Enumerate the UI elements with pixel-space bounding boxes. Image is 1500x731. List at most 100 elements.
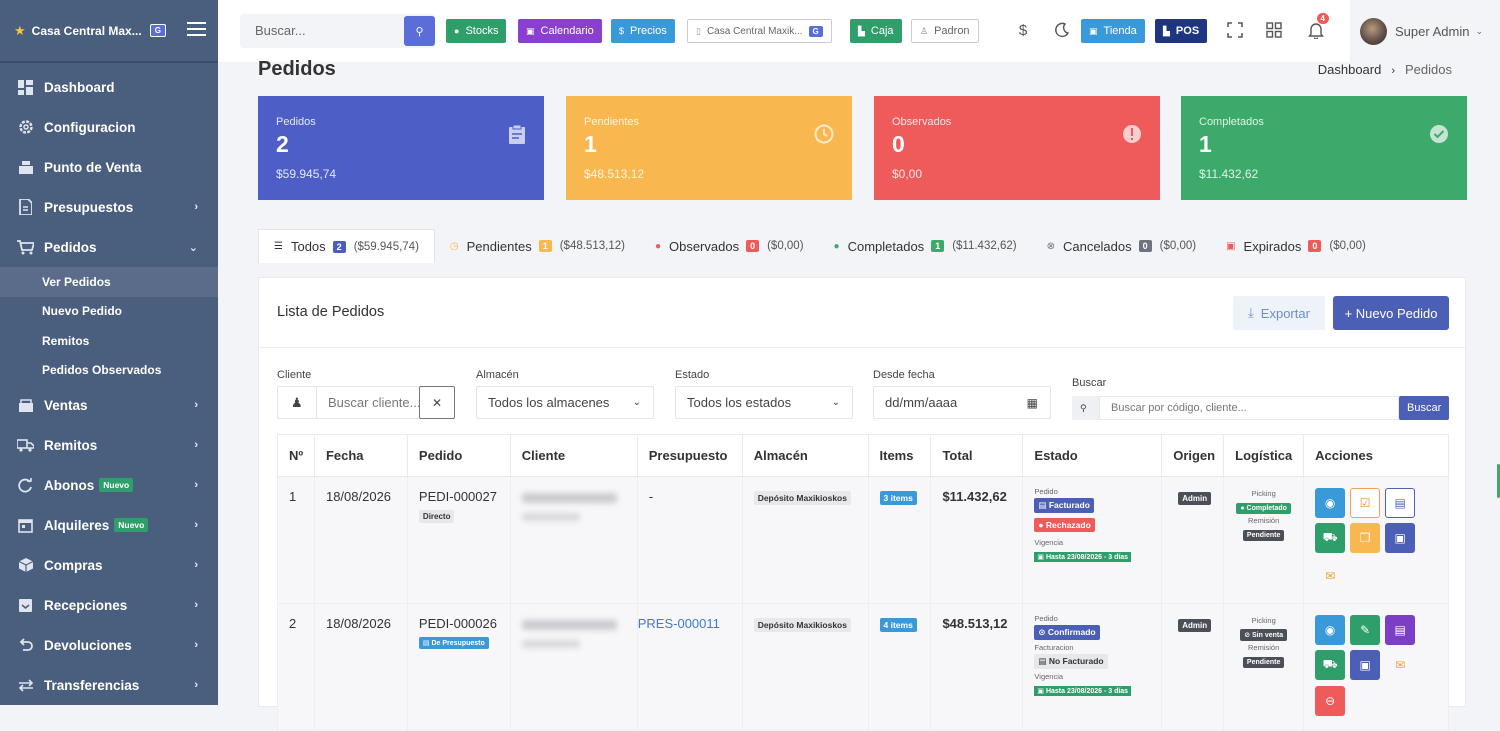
items-badge[interactable]: 3 items: [879, 491, 917, 505]
email-button[interactable]: ✉: [1315, 561, 1345, 591]
chevron-right-icon: ›: [194, 599, 198, 611]
tab-amount: ($48.513,12): [559, 240, 625, 252]
col-header[interactable]: Estado: [1022, 434, 1163, 477]
col-header[interactable]: Presupuesto: [636, 434, 743, 477]
tab-cancelados[interactable]: ⊗ Cancelados 0 ($0,00): [1032, 229, 1212, 263]
approve-button[interactable]: ☑: [1350, 488, 1381, 518]
sidebar-subitem-pedidos-observados[interactable]: Pedidos Observados: [0, 356, 218, 386]
calendario-button[interactable]: ▣ Calendario: [518, 19, 602, 43]
almacen-select[interactable]: Todos los almacenes ⌄: [476, 386, 654, 419]
tab-observados[interactable]: ● Observados 0 ($0,00): [640, 229, 819, 263]
col-header[interactable]: Items: [867, 434, 932, 477]
col-header[interactable]: Origen: [1161, 434, 1225, 477]
box-icon: [17, 557, 34, 573]
sidebar-item-alquileres[interactable]: Alquileres Nuevo ›: [0, 505, 218, 545]
shipping-button[interactable]: ⛟: [1315, 523, 1346, 553]
invoice-button[interactable]: ▣: [1350, 650, 1381, 680]
moon-icon[interactable]: [1052, 20, 1072, 40]
pedido-code[interactable]: PEDI-000027: [419, 489, 510, 504]
sidebar-subitem-ver-pedidos[interactable]: Ver Pedidos: [0, 267, 218, 297]
duplicate-button[interactable]: ❐: [1350, 523, 1381, 553]
col-header[interactable]: Total: [930, 434, 1024, 477]
dashboard-icon: [17, 79, 34, 95]
pos-button[interactable]: ▙ POS: [1155, 19, 1208, 43]
table-row[interactable]: 1 18/08/2026 PEDI-000027 Directo - Depós…: [277, 476, 1449, 604]
col-header[interactable]: Logística: [1223, 434, 1305, 477]
col-header[interactable]: Acciones: [1303, 434, 1449, 477]
cancel-order-button[interactable]: ⊖: [1315, 686, 1346, 716]
branch-badge: G: [808, 25, 823, 37]
caja-button[interactable]: ▙ Caja: [850, 19, 902, 43]
facturacion-label: Facturacion: [1034, 643, 1074, 652]
sidebar-item-recepciones[interactable]: Recepciones ›: [0, 585, 218, 625]
view-button[interactable]: ◉: [1315, 615, 1346, 645]
col-header[interactable]: Fecha: [313, 434, 408, 477]
tab-label: Pendientes: [466, 238, 532, 254]
padron-button[interactable]: ♙ Padron: [911, 19, 979, 43]
user-menu[interactable]: Super Admin ⌄: [1350, 0, 1500, 62]
sidebar-item-transferencias[interactable]: Transferencias ›: [0, 665, 218, 705]
breadcrumb-link-dashboard[interactable]: Dashboard: [1318, 62, 1382, 77]
apps-grid-icon[interactable]: [1264, 20, 1284, 40]
email-button[interactable]: ✉: [1385, 650, 1415, 680]
x-circle-icon: ⊗: [1046, 240, 1055, 252]
edit-button[interactable]: ✎: [1350, 615, 1381, 645]
tab-pendientes[interactable]: ◷ Pendientes 1 ($48.513,12): [435, 229, 640, 263]
col-header[interactable]: Almacén: [741, 434, 869, 477]
buscar-input[interactable]: Buscar por código, cliente...: [1099, 396, 1399, 420]
tab-label: Cancelados: [1062, 238, 1132, 254]
pdf-button[interactable]: ▤: [1385, 488, 1416, 518]
sidebar-item-abonos[interactable]: Abonos Nuevo ›: [0, 465, 218, 505]
shipping-button[interactable]: ⛟: [1315, 650, 1346, 680]
dollar-icon[interactable]: $: [1013, 20, 1033, 40]
invoice-button[interactable]: ▣: [1385, 523, 1416, 553]
export-button[interactable]: ⤓ Exportar: [1233, 296, 1325, 330]
eye-icon: ◉: [1324, 496, 1336, 510]
branch-selector-button[interactable]: ▯ Casa Central Maxik... G: [687, 19, 832, 43]
tab-todos[interactable]: ☰ Todos 2 ($59.945,74): [258, 229, 435, 263]
sidebar-item-configuracion[interactable]: Configuracion: [0, 107, 218, 147]
sidebar-item-ventas[interactable]: Ventas ›: [0, 385, 218, 425]
sidebar-item-presupuestos[interactable]: Presupuestos ›: [0, 187, 218, 227]
sidebar-item-compras[interactable]: Compras ›: [0, 545, 218, 585]
col-header[interactable]: Cliente: [509, 434, 638, 477]
tab-count: 0: [746, 240, 760, 252]
sidebar-item-remitos[interactable]: Remitos ›: [0, 425, 218, 465]
fullscreen-icon[interactable]: [1225, 20, 1245, 40]
tab-count: 0: [1308, 240, 1322, 252]
sidebar-subitem-remitos[interactable]: Remitos: [0, 326, 218, 356]
buscar-button[interactable]: Buscar: [1399, 396, 1449, 420]
precios-button[interactable]: $ Precios: [611, 19, 675, 43]
table-row[interactable]: 2 18/08/2026 PEDI-000026 ▤ De Presupuest…: [277, 603, 1449, 731]
cliente-search-input[interactable]: Buscar cliente...: [316, 386, 420, 419]
almacen-badge: Depósito Maxikioskos: [753, 618, 851, 632]
clear-cliente-button[interactable]: ✕: [419, 386, 455, 419]
sidebar-subitem-nuevo-pedido[interactable]: Nuevo Pedido: [0, 297, 218, 327]
new-order-button[interactable]: + Nuevo Pedido: [1333, 296, 1449, 330]
sidebar-item-devoluciones[interactable]: Devoluciones ›: [0, 625, 218, 665]
tab-completados[interactable]: ● Completados 1 ($11.432,62): [819, 229, 1032, 263]
card-amount: $59.945,74: [276, 167, 337, 181]
sidebar-item-label: Pedidos: [44, 239, 97, 255]
pedido-code[interactable]: PEDI-000026: [419, 616, 510, 631]
desde-fecha-input[interactable]: dd/mm/aaaa ▦: [873, 386, 1051, 419]
tab-expirados[interactable]: ▣ Expirados 0 ($0,00): [1211, 229, 1381, 263]
view-button[interactable]: ◉: [1315, 488, 1346, 518]
tienda-button[interactable]: ▣ Tienda: [1081, 19, 1145, 43]
brand-name[interactable]: Casa Central Max...: [32, 24, 142, 38]
search-button[interactable]: ⚲: [404, 16, 435, 46]
sidebar-item-pedidos[interactable]: Pedidos ⌄: [0, 227, 218, 267]
sidebar-item-punto-de-venta[interactable]: Punto de Venta: [0, 147, 218, 187]
sidebar-header: ★ Casa Central Max... G: [0, 0, 218, 63]
items-badge[interactable]: 4 items: [879, 618, 917, 632]
estado-select[interactable]: Todos los estados ⌄: [675, 386, 853, 419]
sidebar-item-dashboard[interactable]: Dashboard: [0, 67, 218, 107]
col-header[interactable]: Pedido: [406, 434, 511, 477]
pdf-button[interactable]: ▤: [1385, 615, 1416, 645]
presupuesto-link[interactable]: PRES-000011: [638, 616, 720, 631]
stocks-button[interactable]: ● Stocks: [446, 19, 507, 43]
bell-icon[interactable]: 4: [1306, 13, 1329, 40]
trash-icon: ⊖: [1325, 694, 1336, 708]
hamburger-menu-icon[interactable]: [187, 22, 206, 36]
col-header[interactable]: Nº: [277, 434, 315, 477]
